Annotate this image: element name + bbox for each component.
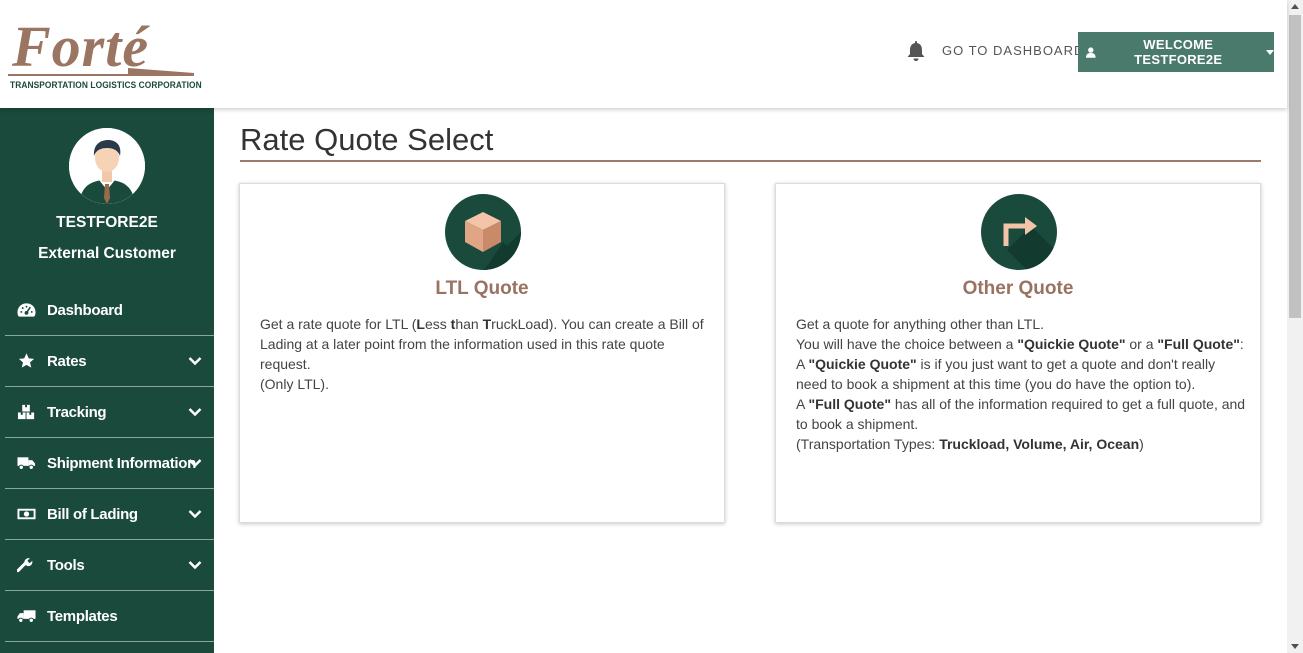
scroll-up-arrow-icon[interactable] [1291,4,1299,9]
title-divider [240,160,1261,162]
other-quote-description: Get a quote for anything other than LTL.… [796,316,1246,452]
sidebar: TESTFORE2E External Customer Dashboard R… [0,108,214,653]
sidebar-item-label: Templates [47,607,118,625]
caret-down-icon [1266,49,1274,55]
ltl-quote-title: LTL Quote [435,278,529,299]
welcome-user-dropdown[interactable]: WELCOME TESTFORE2E [1078,32,1274,72]
chevron-down-icon [188,357,202,366]
sidebar-item-label: Tracking [47,403,107,421]
share-arrow-icon [981,194,1057,270]
sidebar-item-templates[interactable]: Templates [5,591,214,642]
sidebar-item-tools[interactable]: Tools [5,540,214,591]
boxes-icon [17,404,35,420]
wrench-icon [17,558,33,573]
go-to-dashboard-link[interactable]: GO TO DASHBOARD [942,43,1084,58]
ltl-quote-card[interactable]: LTL Quote Get a rate quote for LTL (Less… [239,183,725,523]
ltl-quote-description: Get a rate quote for LTL (Less than Truc… [260,316,704,392]
chevron-down-icon [188,408,202,417]
logo-wordmark: Forté [12,14,150,79]
sidebar-item-tracking[interactable]: Tracking [5,387,214,438]
page: Forté TRANSPORTATION LOGISTICS CORPORATI… [0,0,1303,653]
user-avatar-illustration [69,128,145,204]
chevron-down-icon [188,459,202,468]
sidebar-item-label: Bill of Lading [47,505,138,523]
sidebar-item-shipment-information[interactable]: Shipment Information [5,438,214,489]
user-icon [1086,46,1096,58]
sidebar-item-bill-of-lading[interactable]: Bill of Lading [5,489,214,540]
page-title: Rate Quote Select [240,122,494,157]
scrollbar-thumb[interactable] [1289,15,1301,318]
sidebar-item-rates[interactable]: Rates [5,336,214,387]
scroll-down-arrow-icon[interactable] [1291,644,1299,649]
top-header: Forté TRANSPORTATION LOGISTICS CORPORATI… [0,0,1287,108]
sidebar-item-label: Dashboard [47,301,123,319]
dashboard-icon [17,303,36,317]
chevron-down-icon [188,561,202,570]
chevron-down-icon [188,510,202,519]
vertical-scrollbar[interactable] [1287,0,1303,653]
truck-icon [17,457,36,470]
money-bill-icon [17,508,36,520]
other-quote-card[interactable]: Other Quote Get a quote for anything oth… [775,183,1261,523]
user-role: External Customer [38,245,176,262]
user-name: TESTFORE2E [56,214,158,231]
star-icon [18,353,35,368]
sidebar-nav: Dashboard Rates Tracking Shipment Inform… [5,285,214,642]
sidebar-item-label: Rates [47,352,87,370]
truck-icon [17,610,36,623]
logo-subtitle: TRANSPORTATION LOGISTICS CORPORATION [10,80,202,91]
user-avatar [69,128,145,204]
forte-logo[interactable]: Forté TRANSPORTATION LOGISTICS CORPORATI… [8,18,202,94]
bell-icon[interactable] [906,40,926,62]
sidebar-item-label: Tools [47,556,85,574]
sidebar-item-dashboard[interactable]: Dashboard [5,285,214,336]
sidebar-item-label: Shipment Information [47,454,196,472]
other-quote-title: Other Quote [962,278,1074,299]
cube-icon [445,194,521,270]
welcome-label: WELCOME TESTFORE2E [1134,37,1223,67]
